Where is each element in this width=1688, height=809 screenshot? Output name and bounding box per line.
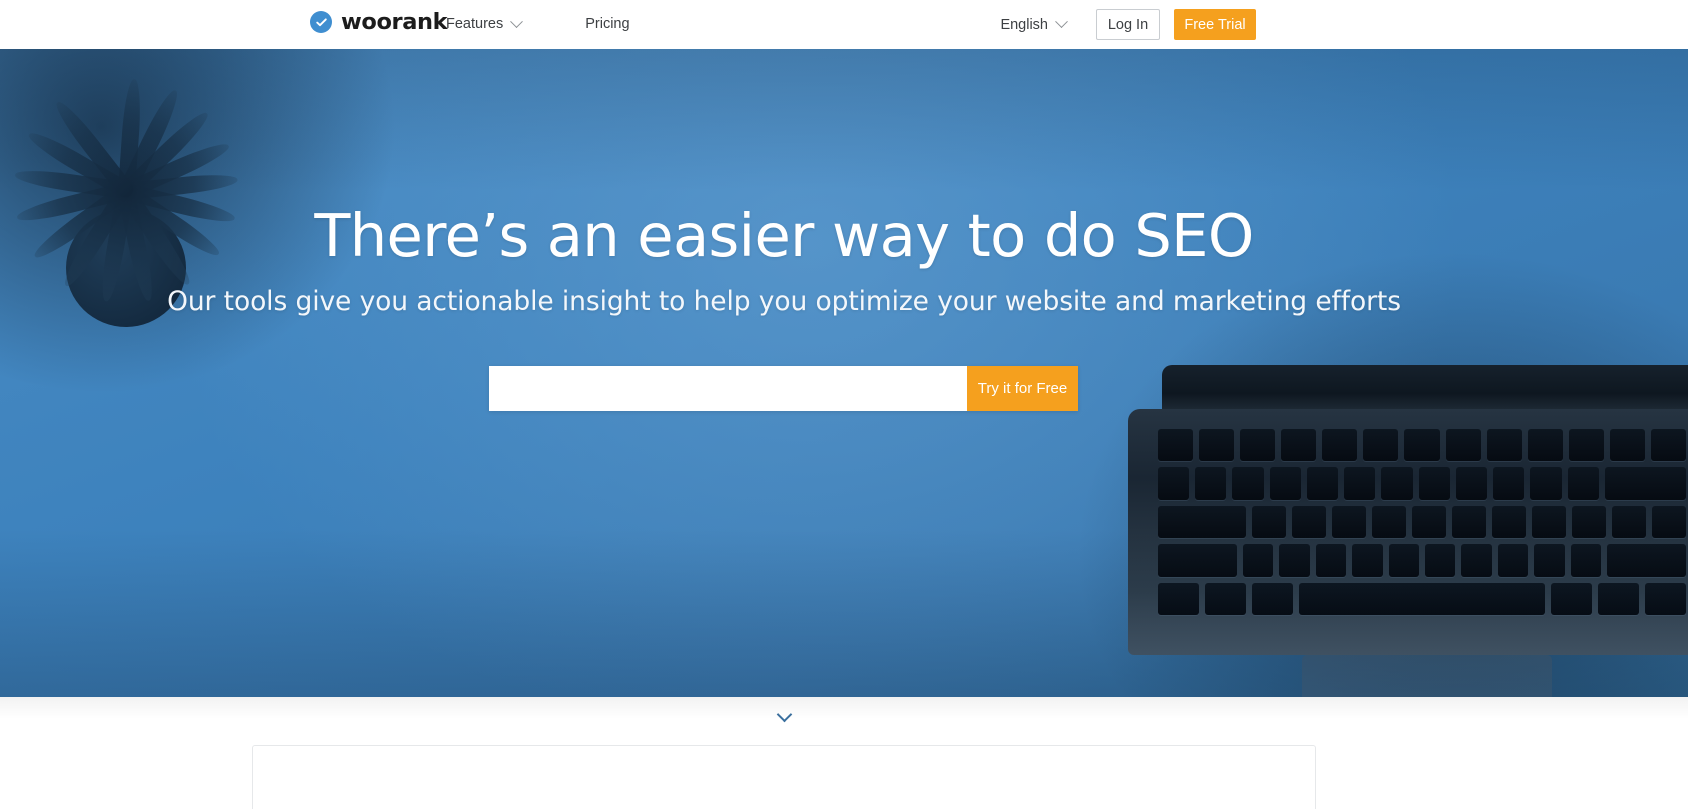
brand-logo[interactable]: woorank xyxy=(310,9,448,35)
chevron-down-icon xyxy=(510,15,524,29)
hero-section: There’s an easier way to do SEO Our tool… xyxy=(0,49,1688,697)
hero-title: There’s an easier way to do SEO xyxy=(314,201,1254,270)
free-trial-button[interactable]: Free Trial xyxy=(1174,9,1256,40)
below-hero-section xyxy=(0,697,1688,809)
content-card-top-edge xyxy=(252,745,1316,809)
hero-search-row: Try it for Free xyxy=(489,366,1078,411)
brand-name: woorank xyxy=(341,9,448,35)
site-header: woorank Features Pricing English Log In … xyxy=(0,0,1688,49)
language-selector[interactable]: English xyxy=(1000,15,1068,33)
nav-item-features[interactable]: Features xyxy=(446,0,543,49)
nav-item-pricing-label: Pricing xyxy=(585,16,630,32)
nav-item-features-label: Features xyxy=(446,16,504,32)
main-nav: Features Pricing xyxy=(446,0,630,49)
check-badge-icon xyxy=(310,11,332,34)
header-actions: English Log In Free Trial xyxy=(1000,0,1256,49)
website-url-input[interactable] xyxy=(489,366,967,411)
chevron-down-icon xyxy=(1055,15,1068,29)
login-button[interactable]: Log In xyxy=(1096,9,1160,40)
hero-content: There’s an easier way to do SEO Our tool… xyxy=(0,49,1568,697)
nav-item-pricing[interactable]: Pricing xyxy=(585,0,629,49)
hero-subtitle: Our tools give you actionable insight to… xyxy=(167,286,1401,317)
scroll-down-button[interactable] xyxy=(0,706,1568,723)
try-it-for-free-button[interactable]: Try it for Free xyxy=(967,366,1078,411)
page-root: woorank Features Pricing English Log In … xyxy=(0,0,1688,809)
chevron-down-icon xyxy=(776,706,792,723)
language-label: English xyxy=(1000,16,1048,33)
